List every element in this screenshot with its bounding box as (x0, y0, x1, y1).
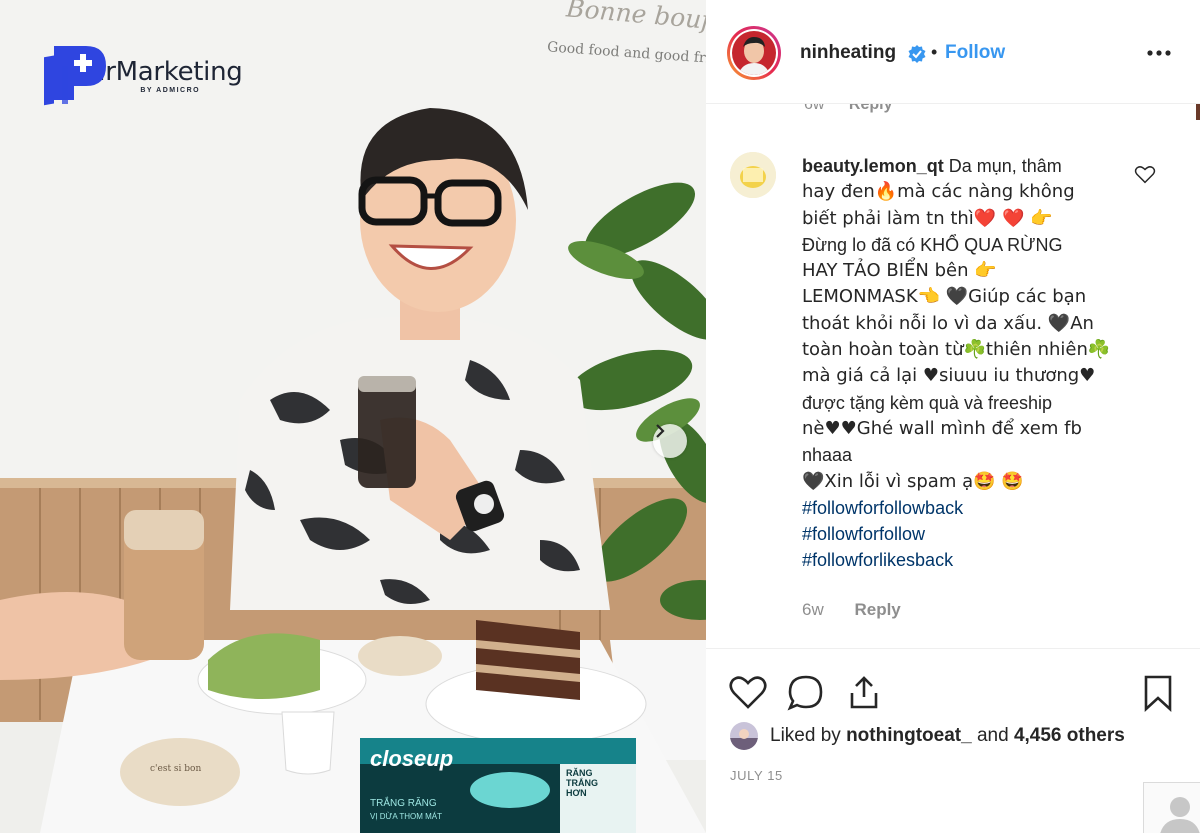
brand-subtitle: BY ADMICRO (140, 86, 201, 94)
comment-line: hay đen🔥mà các nàng không (802, 181, 1075, 203)
likes-prefix: Liked by (770, 725, 841, 746)
comment-line: 🖤Xin lỗi vì spam ạ🤩 🤩 (802, 470, 1024, 492)
coaster-text: c'est si bon (150, 764, 202, 774)
hashtag-link[interactable]: #followforfollowback (802, 495, 1122, 521)
hashtag-link[interactable]: #followforfollow (802, 521, 1122, 547)
comment-avatar[interactable] (730, 152, 776, 198)
more-options-icon[interactable] (1146, 42, 1172, 64)
comment-line: mà giá cả lại ♥siuuu iu thương♥ (802, 365, 1096, 387)
story-ring[interactable] (727, 26, 781, 80)
instagram-post-modal: Bonne bouffe et Good food and good fri c… (0, 0, 1200, 833)
liker-avatar[interactable] (730, 722, 758, 750)
chevron-right-icon (656, 424, 665, 438)
next-photo-button[interactable] (653, 424, 687, 458)
user-placeholder-icon (1160, 797, 1200, 833)
lemon-avatar-image (730, 152, 776, 198)
product-side1: RĂNG (566, 768, 593, 778)
liker-username[interactable]: nothingtoeat_ (846, 725, 972, 746)
bookmark-icon[interactable] (1138, 673, 1178, 713)
comment-username[interactable]: beauty.lemon_qt (802, 156, 944, 176)
verified-badge-icon (908, 45, 926, 63)
pharmarketing-logo-icon (44, 46, 106, 106)
post-header: ninheating • Follow (706, 0, 1200, 104)
product-line1-text: TRẮNG RĂNG (370, 798, 437, 809)
product-brand-text: closeup (370, 746, 454, 771)
avatar-image (732, 31, 776, 75)
post-side-panel: 6w Reply ninheating • Follow beauty.lemo… (706, 0, 1200, 833)
comment-line: toàn hoàn toàn từ☘️thiên nhiên☘️ (802, 339, 1111, 361)
avatar[interactable] (732, 31, 776, 75)
likes-count[interactable]: 4,456 others (1014, 725, 1125, 746)
header-separator: • (931, 42, 938, 62)
comment-line: LEMONMASK👈 🖤Giúp các bạn (802, 286, 1087, 308)
action-bar (706, 648, 1200, 712)
product-line2-text: VỊ DỪA THOM MÁT (370, 812, 443, 821)
hashtag-link[interactable]: #followforlikesback (802, 547, 1122, 573)
comment-line: nè♥♥Ghé wall mình để xem fb (802, 417, 1082, 439)
comment-line: được tặng kèm quà và freeship (802, 392, 1052, 413)
likes-text: Liked by nothingtoeat_ and 4,456 others (770, 725, 1125, 747)
comment-line: nhaaa (802, 445, 853, 466)
post-photo[interactable]: Bonne bouffe et Good food and good fri c… (0, 0, 706, 833)
product-side2: TRẮNG (566, 778, 598, 788)
comment-meta: 6w Reply (802, 600, 901, 620)
product-side-text: RĂNG TRẮNG HƠN (566, 768, 598, 798)
comment-line: Da mụn, thâm (948, 156, 1062, 176)
comment-icon[interactable] (786, 673, 826, 713)
comment-line: thoát khỏi nỗi lo vì da xấu. 🖤An (802, 312, 1094, 334)
comment-line: HAY TẢO BIỂN bên 👉 (802, 260, 997, 282)
comment-body: beauty.lemon_qt Da mụn, thâm hay đen🔥mà … (802, 153, 1122, 574)
follow-button[interactable]: Follow (945, 42, 1005, 64)
comment-line: Đừng lo đã có KHỔ QUA RỪNG (802, 234, 1063, 255)
likes-summary: Liked by nothingtoeat_ and 4,456 others (730, 722, 1125, 750)
share-icon[interactable] (844, 673, 884, 713)
comment-like-heart-icon[interactable] (1134, 164, 1156, 186)
corner-profile-placeholder (1143, 782, 1200, 833)
post-date: JULY 15 (730, 768, 783, 783)
product-side3: HƠN (566, 788, 587, 798)
likes-middle: and (976, 725, 1009, 746)
pharmarketing-logo: PharMarketing BY ADMICRO (40, 40, 243, 110)
comment-line: biết phải làm tn thì❤️ ❤️ 👉 (802, 207, 1053, 229)
liker-avatar-image (730, 722, 758, 750)
comment-age: 6w (802, 600, 824, 619)
photo-scene (0, 0, 706, 833)
comment-reply-button[interactable]: Reply (854, 600, 900, 619)
post-username[interactable]: ninheating (800, 42, 896, 64)
heart-icon[interactable] (728, 673, 768, 713)
